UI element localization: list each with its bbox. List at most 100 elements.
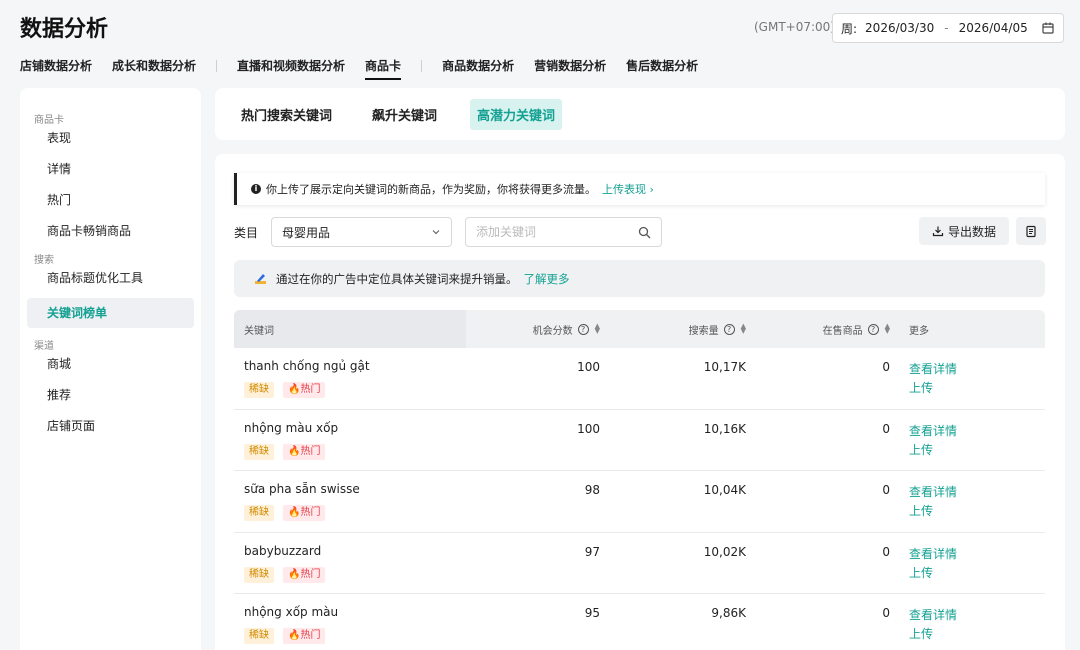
date-range-label: 周: (841, 21, 858, 36)
keyword-text: thanh chống ngủ gật (244, 359, 370, 373)
date-range-picker[interactable]: 周: 2026/03/30 - 2026/04/05 (832, 13, 1064, 43)
category-value: 母婴用品 (282, 225, 331, 240)
hot-tag: 🔥热门 (283, 505, 326, 521)
tab-rising-keywords[interactable]: 飙升关键词 (365, 99, 444, 130)
sidebar-item-recommend[interactable]: 推荐 (20, 384, 201, 415)
upload-link[interactable]: 上传 (909, 379, 957, 398)
sidebar-item-mall[interactable]: 商城 (20, 353, 201, 384)
table-row: sữa pha sẵn swisse 稀缺 🔥热门 98 10,04K 0 查看详… (234, 471, 1045, 533)
topnav-after-sales-analysis[interactable]: 售后数据分析 (626, 58, 698, 78)
export-data-label: 导出数据 (947, 224, 996, 239)
sidebar-item-title-optimizer[interactable]: 商品标题优化工具 (20, 267, 201, 298)
filter-bar: 类目 母婴用品 导出数据 (234, 217, 1046, 247)
hot-tag-label: 热门 (300, 630, 321, 641)
opportunity-score: 100 (577, 360, 600, 374)
view-details-link[interactable]: 查看详情 (909, 360, 957, 379)
keyword-tabs: 热门搜索关键词 飙升关键词 高潜力关键词 (215, 88, 1065, 140)
topnav-store-analysis[interactable]: 店铺数据分析 (20, 58, 92, 78)
upload-performance-link[interactable]: 上传表现 › (602, 181, 654, 197)
rare-tag: 稀缺 (244, 566, 274, 583)
help-icon[interactable]: ? (577, 323, 589, 335)
keyword-search-input[interactable] (476, 225, 627, 239)
topnav-divider (421, 60, 423, 72)
header-keyword: 关键词 (234, 310, 466, 348)
on-sale-count: 0 (882, 421, 890, 436)
document-button[interactable] (1016, 217, 1046, 245)
chevron-down-icon (432, 230, 440, 235)
upload-link[interactable]: 上传 (909, 564, 957, 583)
ad-tip-banner: 通过在你的广告中定位具体关键词来提升销量。 了解更多 (234, 260, 1045, 297)
opportunity-score: 100 (577, 421, 600, 436)
topnav-product-analysis[interactable]: 商品数据分析 (442, 58, 514, 78)
row-actions: 查看详情 上传 (890, 348, 957, 398)
sidebar-item-bestsellers[interactable]: 商品卡畅销商品 (20, 220, 201, 251)
view-details-link[interactable]: 查看详情 (909, 545, 957, 564)
notice-text: 你上传了展示定向关键词的新商品，作为奖励，你将获得更多流量。 (266, 183, 596, 196)
fire-icon: 🔥 (288, 568, 301, 580)
help-icon[interactable]: ? (723, 323, 735, 335)
hot-tag: 🔥热门 (283, 628, 326, 644)
search-volume: 10,02K (703, 544, 746, 559)
document-icon (1026, 225, 1036, 237)
hot-tag: 🔥热门 (283, 382, 326, 398)
date-end: 2026/04/05 (958, 21, 1028, 35)
topnav-growth-analysis[interactable]: 成长和数据分析 (112, 58, 196, 78)
keyword-text: sữa pha sẵn swisse (244, 482, 360, 496)
tab-hot-keywords[interactable]: 热门搜索关键词 (234, 99, 339, 130)
topnav-live-video-analysis[interactable]: 直播和视频数据分析 (237, 58, 345, 78)
sidebar-item-keyword-ranking[interactable]: 关键词榜单 (27, 298, 194, 328)
sidebar-group-product-card: 商品卡 (34, 115, 64, 126)
upload-link[interactable]: 上传 (909, 441, 957, 460)
hot-tag-label: 热门 (300, 445, 321, 457)
topnav-marketing-analysis[interactable]: 营销数据分析 (534, 58, 606, 78)
export-data-button[interactable]: 导出数据 (919, 217, 1009, 245)
on-sale-count: 0 (882, 606, 890, 620)
sidebar-item-details[interactable]: 详情 (20, 158, 201, 189)
hot-tag: 🔥热门 (283, 443, 326, 460)
header-on-sale-products[interactable]: 在售商品 ? ▲ ▼ (746, 310, 890, 348)
row-actions: 查看详情 上传 (890, 594, 957, 644)
header-search-volume[interactable]: 搜索量 ? ▲ ▼ (600, 310, 746, 348)
keyword-table: 关键词 机会分数 ? ▲ ▼ 搜索量 ? ▲ ▼ 在售商品 ? ▲ ▼ 更多 than… (234, 310, 1045, 650)
tab-high-potential-keywords[interactable]: 高潜力关键词 (470, 98, 563, 130)
sidebar-item-performance[interactable]: 表现 (20, 127, 201, 158)
sidebar-item-hot[interactable]: 热门 (20, 189, 201, 220)
keyword-search (465, 217, 663, 247)
view-details-link[interactable]: 查看详情 (909, 483, 957, 502)
sidebar: 商品卡 表现 详情 热门 商品卡畅销商品 搜索 商品标题优化工具 关键词榜单 渠… (20, 88, 201, 650)
rare-tag: 稀缺 (244, 443, 274, 460)
fire-icon: 🔥 (288, 507, 301, 518)
search-volume: 10,17K (703, 360, 746, 374)
upload-link[interactable]: 上传 (909, 625, 957, 644)
search-volume: 10,16K (703, 421, 746, 436)
info-icon: i (251, 184, 261, 194)
search-icon[interactable] (638, 226, 651, 239)
topnav-product-card[interactable]: 商品卡 (365, 58, 402, 80)
keyword-cell: sữa pha sẵn swisse 稀缺 🔥热门 (234, 471, 466, 521)
topnav-divider (216, 60, 218, 72)
header-volume-label: 搜索量 (688, 325, 719, 337)
help-icon[interactable]: ? (867, 323, 879, 335)
date-start: 2026/03/30 (865, 21, 935, 35)
view-details-link[interactable]: 查看详情 (909, 422, 957, 441)
table-row: nhộng xốp màu 稀缺 🔥热门 95 9,86K 0 查看详情 上传 (234, 594, 1045, 650)
banner-text: 通过在你的广告中定位具体关键词来提升销量。 (276, 271, 518, 286)
sidebar-group-channel: 渠道 (34, 341, 54, 352)
page-title: 数据分析 (20, 17, 109, 42)
search-volume: 10,04K (703, 483, 746, 497)
table-row: thanh chống ngủ gật 稀缺 🔥热门 100 10,17K 0 查… (234, 348, 1045, 410)
fire-icon: 🔥 (288, 445, 301, 457)
keyword-cell: nhộng màu xốp 稀缺 🔥热门 (234, 410, 466, 460)
upload-link[interactable]: 上传 (909, 502, 957, 521)
pencil-icon (255, 274, 266, 284)
keyword-text: nhộng xốp màu (244, 605, 339, 619)
learn-more-link[interactable]: 了解更多 (524, 271, 570, 287)
view-details-link[interactable]: 查看详情 (909, 606, 957, 625)
category-select[interactable]: 母婴用品 (271, 217, 453, 247)
on-sale-count: 0 (882, 483, 890, 497)
keyword-text: babybuzzard (244, 543, 322, 558)
download-icon (932, 226, 944, 237)
sidebar-item-store-page[interactable]: 店铺页面 (20, 415, 201, 446)
row-actions: 查看详情 上传 (890, 471, 957, 521)
header-opportunity-score[interactable]: 机会分数 ? ▲ ▼ (466, 310, 600, 348)
